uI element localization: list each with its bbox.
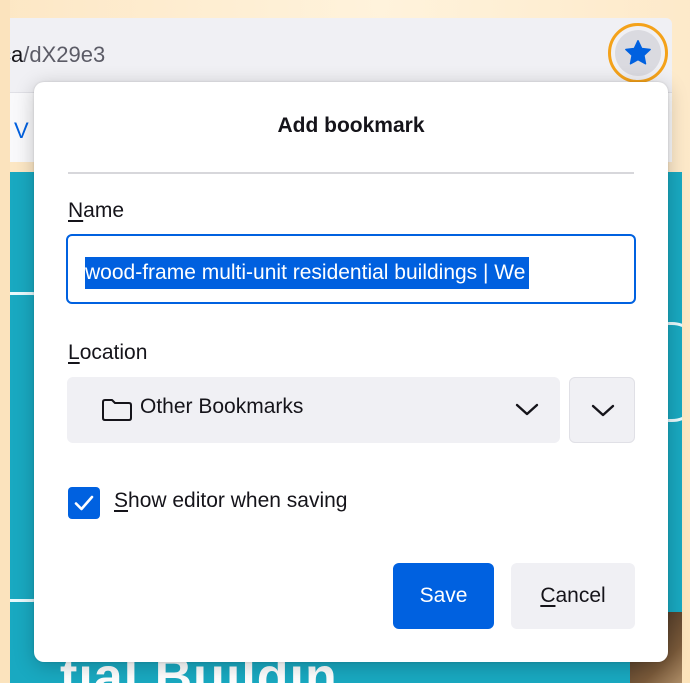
name-label: Name — [68, 199, 124, 223]
bookmark-name-input[interactable]: wood-frame multi-unit residential buildi… — [66, 234, 636, 304]
location-value: Other Bookmarks — [140, 395, 304, 418]
name-label-text: ame — [83, 199, 125, 222]
show-editor-checkbox[interactable] — [68, 487, 100, 519]
url-path: /dX29e3 — [23, 42, 106, 67]
panel-title: Add bookmark — [277, 114, 425, 137]
location-label: Location — [68, 341, 147, 365]
expand-folder-tree-button[interactable] — [569, 377, 635, 443]
bookmark-star-button[interactable] — [608, 23, 668, 83]
cancel-label-text: ancel — [555, 584, 606, 607]
location-select[interactable]: Other Bookmarks — [67, 377, 560, 443]
bookmark-star-button-bg — [615, 30, 661, 76]
bookmark-name-value: wood-frame multi-unit residential buildi… — [85, 257, 530, 289]
save-button[interactable]: Save — [393, 563, 494, 629]
name-label-accesskey: N — [68, 199, 84, 222]
chevron-down-icon — [515, 403, 539, 416]
cancel-accesskey: C — [540, 584, 556, 607]
location-label-text: ocation — [79, 341, 148, 364]
folder-icon — [102, 399, 132, 421]
chevron-down-icon — [591, 404, 615, 417]
show-editor-accesskey: S — [114, 489, 129, 512]
show-editor-label[interactable]: Show editor when saving — [114, 489, 347, 513]
star-icon — [625, 40, 651, 65]
add-bookmark-panel: Add bookmark Name wood-frame multi-unit … — [34, 82, 668, 662]
cancel-button[interactable]: Cancel — [511, 563, 635, 629]
check-icon — [74, 495, 94, 511]
url-text[interactable]: ca/dX29e3 — [0, 40, 105, 70]
show-editor-label-text: how editor when saving — [128, 489, 348, 512]
panel-divider — [68, 172, 634, 174]
toolbar-link-fragment[interactable]: V — [14, 118, 29, 144]
window-edge — [0, 0, 10, 683]
location-label-accesskey: L — [68, 341, 80, 364]
